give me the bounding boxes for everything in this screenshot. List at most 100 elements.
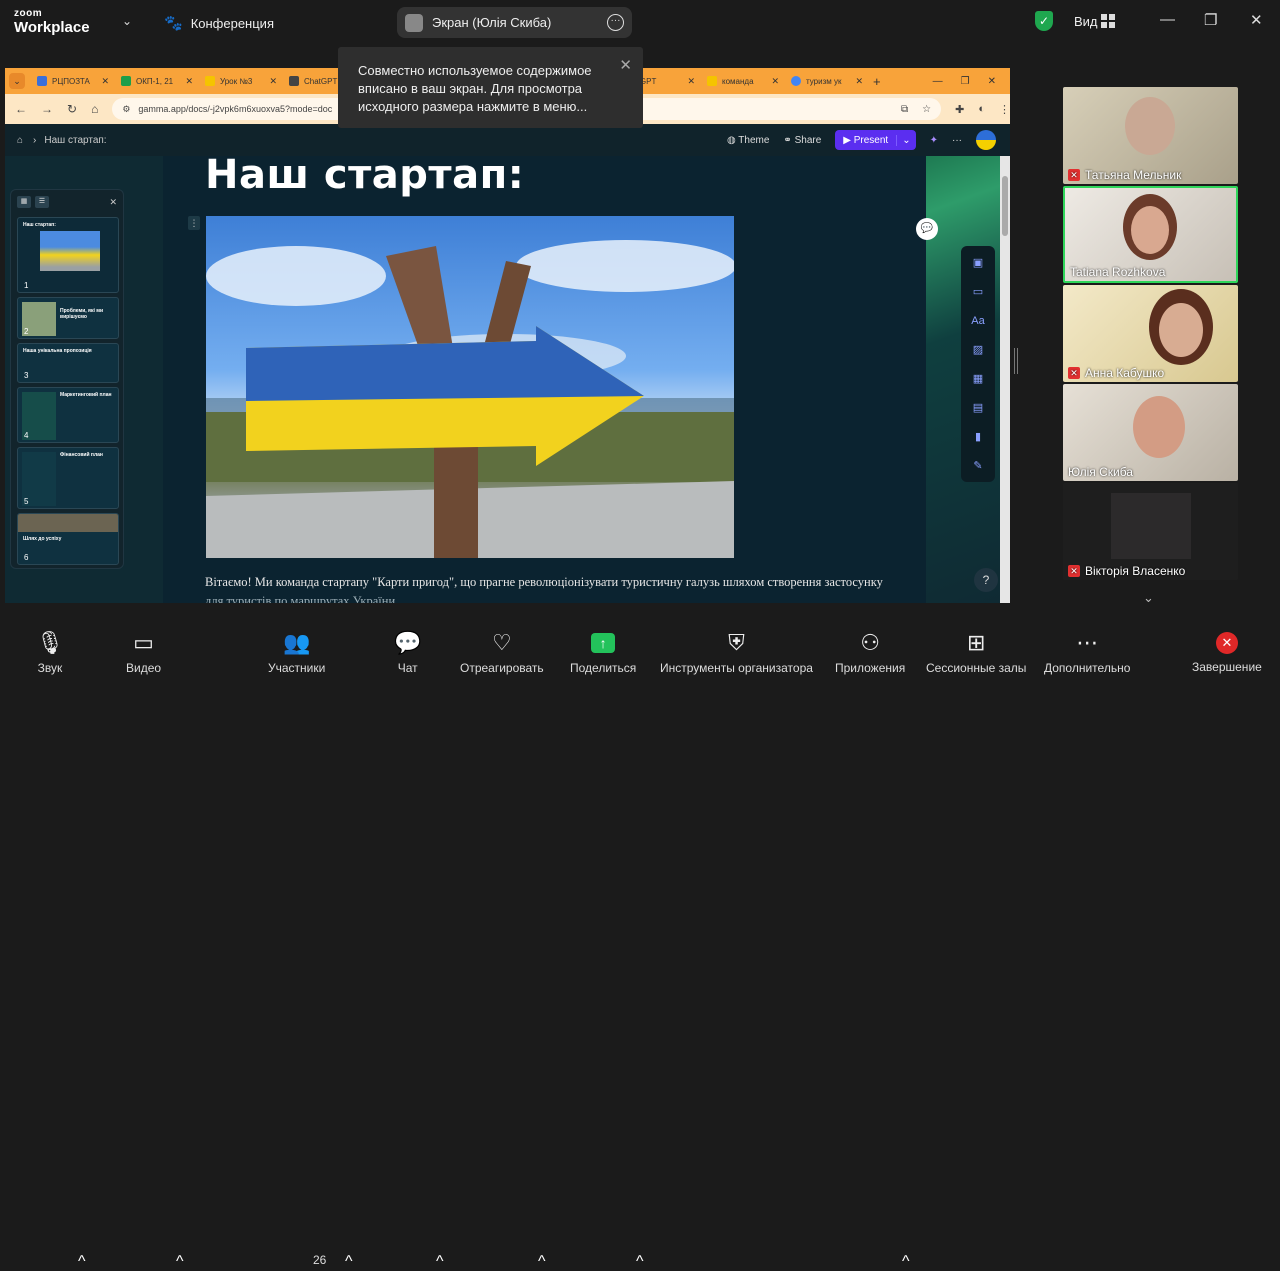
chart-icon[interactable]: ▮ xyxy=(975,428,981,447)
security-shield-icon[interactable]: ✓ xyxy=(1035,11,1053,31)
close-tab-icon[interactable]: ✕ xyxy=(185,76,193,87)
browser-tab[interactable]: ОКП-1, 21 ✕ xyxy=(115,71,199,91)
theme-button[interactable]: ◍ Theme xyxy=(727,135,769,146)
video-icon[interactable]: ▦ xyxy=(973,370,983,389)
video-button[interactable]: ▭ Видео xyxy=(126,617,161,675)
user-avatar[interactable] xyxy=(976,130,996,150)
close-tab-icon[interactable]: ✕ xyxy=(269,76,277,87)
text-style-icon[interactable]: Aa xyxy=(971,312,984,331)
slide-photo[interactable] xyxy=(206,216,734,558)
chevron-down-icon[interactable]: ⌄ xyxy=(122,14,132,28)
participant-tile[interactable]: ✕ Татьяна Мельник xyxy=(1063,87,1238,184)
share-options-icon[interactable]: ^ xyxy=(636,1253,644,1271)
restore-icon[interactable]: ❐ xyxy=(1204,11,1217,29)
bookmark-star-icon[interactable]: ☆ xyxy=(922,104,931,115)
chevron-down-icon[interactable]: ⌄ xyxy=(896,134,915,146)
forward-icon[interactable]: → xyxy=(41,102,53,116)
view-button[interactable]: Вид xyxy=(1074,14,1098,29)
host-tools-button[interactable]: ⛨ Инструменты организатора xyxy=(660,617,813,675)
slide-body-text-continued[interactable]: для туристів по маршрутах України. xyxy=(205,594,398,603)
browser-tab[interactable]: РЦПОЗТА ✕ xyxy=(31,71,115,91)
grid-view-icon[interactable] xyxy=(1101,14,1115,28)
block-menu-icon[interactable]: ⋮ xyxy=(188,216,200,230)
apps-options-icon[interactable]: ^ xyxy=(902,1253,910,1271)
reload-icon[interactable]: ↻ xyxy=(67,102,77,116)
slide-body-text[interactable]: Вітаємо! Ми команда стартапу "Карти приг… xyxy=(205,575,883,590)
apps-button[interactable]: ⚇ Приложения xyxy=(835,617,905,675)
browser-restore-icon[interactable]: ❐ xyxy=(961,76,970,87)
help-button[interactable]: ? xyxy=(974,568,998,592)
meeting-info[interactable]: 🐾 Конференция xyxy=(164,14,274,32)
embed-icon[interactable]: ▤ xyxy=(973,399,983,418)
chevron-down-icon[interactable]: ⌄ xyxy=(1143,590,1154,606)
share-button[interactable]: ⚭ Share xyxy=(783,135,821,146)
breakout-rooms-button[interactable]: ⊞ Сессионные залы xyxy=(926,617,1026,675)
close-icon[interactable]: ✕ xyxy=(1250,11,1263,29)
slide-thumbnail[interactable]: Фінансовий план 5 xyxy=(17,447,119,509)
palette-icon: ◍ xyxy=(726,134,739,146)
tab-search-icon[interactable]: ⌄ xyxy=(9,73,25,89)
extensions-icon[interactable]: ✚ xyxy=(955,103,964,116)
participant-tile[interactable]: ✕ Вікторія Власенко xyxy=(1063,483,1238,580)
slide-thumbnail[interactable]: Проблеми, які ми вирішуємо 2 xyxy=(17,297,119,339)
muted-mic-icon: ✕ xyxy=(1068,367,1080,379)
participants-options-icon[interactable]: ^ xyxy=(345,1253,353,1271)
audio-options-icon[interactable]: ^ xyxy=(78,1253,86,1271)
profile-flag-icon[interactable]: ◐ xyxy=(978,103,985,116)
browser-menu-icon[interactable]: ⋮ xyxy=(999,103,1010,116)
home-icon[interactable]: ⌂ xyxy=(91,102,98,116)
close-tab-icon[interactable]: ✕ xyxy=(101,76,109,87)
image-icon[interactable]: ▨ xyxy=(973,341,983,360)
back-icon[interactable]: ← xyxy=(15,102,27,116)
frame-icon[interactable]: ▭ xyxy=(973,283,983,302)
video-options-icon[interactable]: ^ xyxy=(176,1253,184,1271)
new-tab-icon[interactable]: + xyxy=(873,74,881,89)
home-icon[interactable]: ⌂ xyxy=(17,135,23,146)
sparkle-icon[interactable]: ✦ xyxy=(930,135,938,146)
install-icon[interactable]: ⧉ xyxy=(901,104,908,115)
screen-share-indicator[interactable]: Экран (Юлія Скиба) ··· xyxy=(397,7,632,38)
resize-handle[interactable] xyxy=(1014,348,1018,374)
breadcrumb-item[interactable]: Наш стартап: xyxy=(44,135,106,146)
zoom-logo[interactable]: zoom Workplace xyxy=(14,9,90,36)
browser-tab[interactable]: туризм ук ✕ xyxy=(785,71,869,91)
browser-close-icon[interactable]: ✕ xyxy=(988,76,996,87)
card-layout-icon[interactable]: ▣ xyxy=(973,254,983,273)
minimize-icon[interactable]: — xyxy=(1160,11,1175,28)
end-meeting-button[interactable]: ✕ Завершение xyxy=(1192,617,1262,674)
link-icon: ⚭ xyxy=(783,134,795,146)
slide-title[interactable]: Наш стартап: xyxy=(205,152,524,198)
more-options-icon[interactable]: ··· xyxy=(607,14,624,31)
participants-button[interactable]: 👥 Участники xyxy=(268,617,325,675)
close-tab-icon[interactable]: ✕ xyxy=(771,76,779,87)
present-button[interactable]: ▶ Present ⌄ xyxy=(835,130,916,150)
close-panel-icon[interactable]: ✕ xyxy=(109,197,117,208)
outline-view-icon[interactable]: ☰ xyxy=(35,196,49,208)
participant-tile[interactable]: ✕ Анна Кабушко xyxy=(1063,285,1238,382)
react-options-icon[interactable]: ^ xyxy=(538,1253,546,1271)
audio-button[interactable]: 🎙 Звук xyxy=(36,617,64,675)
page-scrollbar[interactable] xyxy=(1000,156,1010,603)
slide-thumbnail[interactable]: Маркетинговий план 4 xyxy=(17,387,119,443)
browser-tab[interactable]: команда ✕ xyxy=(701,71,785,91)
slide-thumbnail[interactable]: Наша унікальна пропозиція 3 xyxy=(17,343,119,383)
thumbnail-view-icon[interactable]: ▦ xyxy=(17,196,31,208)
more-button[interactable]: ⋯ Дополнительно xyxy=(1044,617,1130,675)
slide-thumbnail[interactable]: Шлях до успіху 6 xyxy=(17,513,119,565)
close-icon[interactable]: ✕ xyxy=(619,56,632,74)
browser-minimize-icon[interactable]: — xyxy=(933,76,943,87)
chat-options-icon[interactable]: ^ xyxy=(436,1253,444,1271)
comment-icon[interactable]: 💬 xyxy=(916,218,938,240)
close-tab-icon[interactable]: ✕ xyxy=(687,76,695,87)
participant-tile[interactable]: Юлія Скиба xyxy=(1063,384,1238,481)
site-info-icon[interactable]: ⚙ xyxy=(122,104,130,115)
more-icon[interactable]: ··· xyxy=(952,135,962,146)
close-tab-icon[interactable]: ✕ xyxy=(855,76,863,87)
browser-tab[interactable]: Урок №3 ✕ xyxy=(199,71,283,91)
slide-thumbnail[interactable]: Наш стартап: 1 xyxy=(17,217,119,293)
participant-tile[interactable]: Tatiana Rozhkova xyxy=(1063,186,1238,283)
edit-icon[interactable]: ✎ xyxy=(973,457,982,476)
chat-button[interactable]: 💬 Чат xyxy=(394,617,421,675)
react-button[interactable]: ♡ Отреагировать xyxy=(460,617,544,675)
share-screen-button[interactable]: ↑ Поделиться xyxy=(570,617,636,675)
